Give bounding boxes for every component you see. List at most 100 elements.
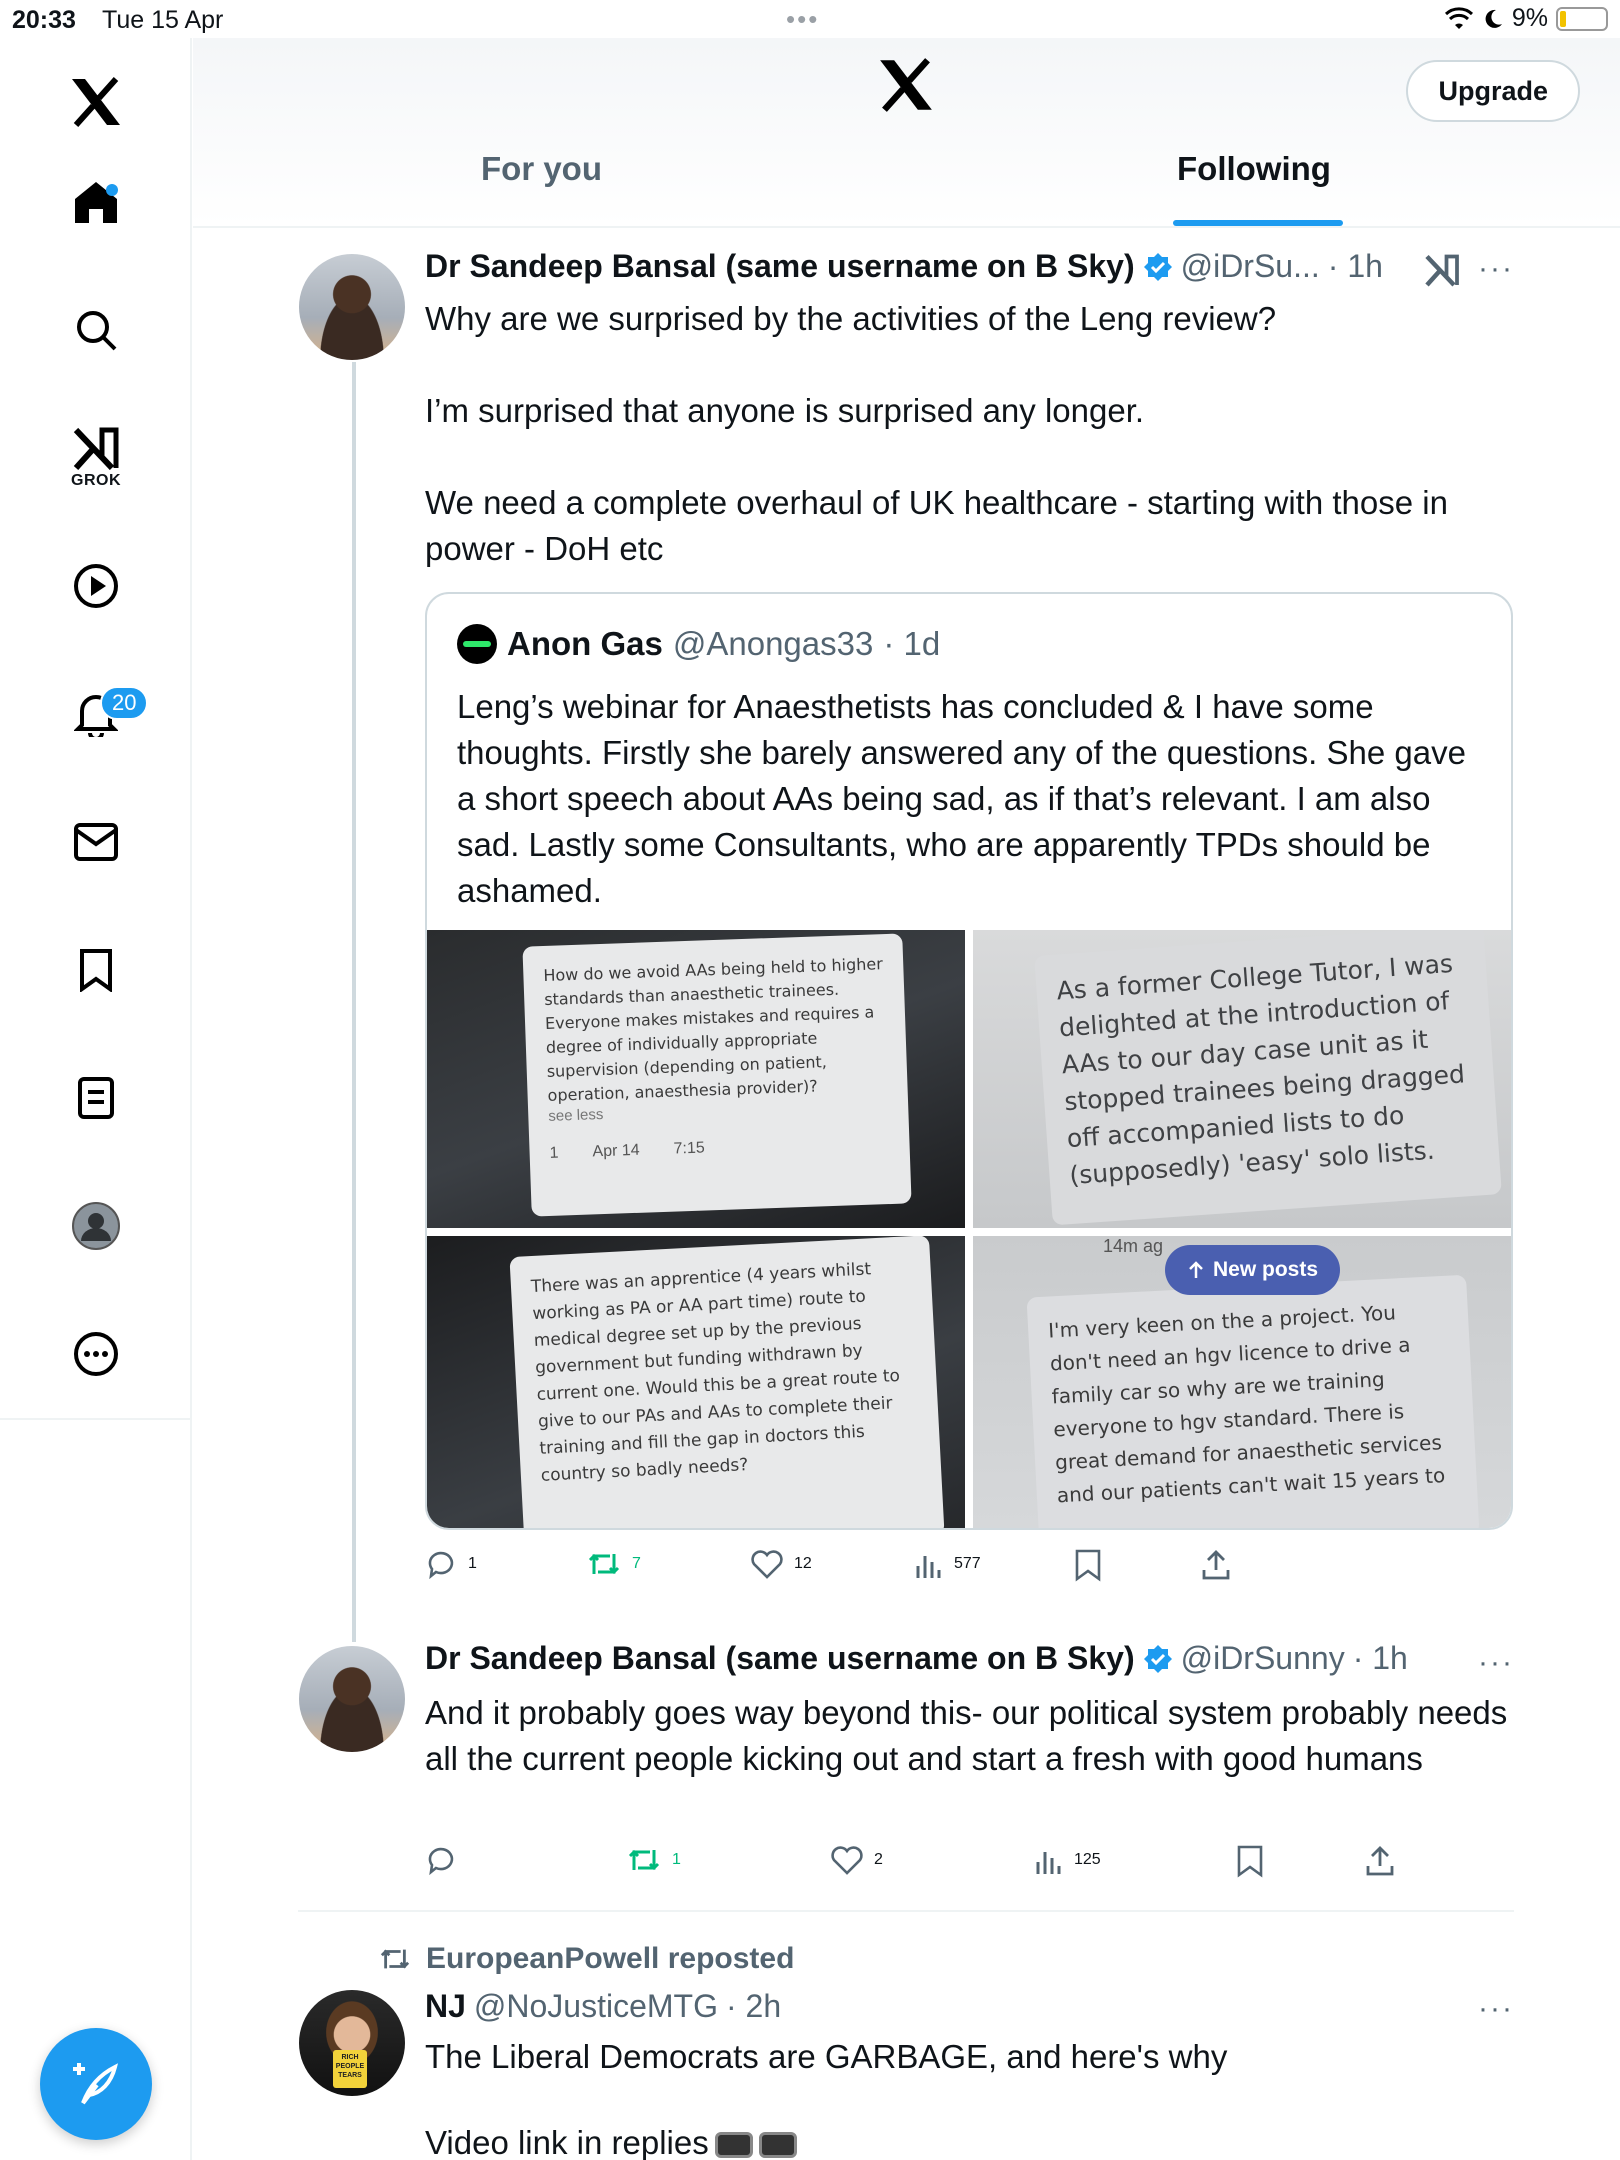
sidebar-x-logo[interactable] [0,52,192,152]
timeline-header: Upgrade For you Following [193,38,1620,228]
compose-button[interactable] [40,2028,152,2140]
photo-1-text: How do we avoid AAs being held to higher… [543,954,884,1105]
home-unread-dot [106,184,118,196]
post-time[interactable]: · 1h [1353,1640,1408,1677]
repost-indicator[interactable]: EuropeanPowell reposted [378,1942,794,1976]
photo-4-time: 14m ag [1103,1236,1164,1256]
sunglasses-emoji-icon [714,2132,753,2159]
sidebar-item-bookmarks[interactable] [0,920,192,1020]
views-icon [1036,1852,1061,1874]
play-icon [74,564,118,608]
tab-for-you[interactable]: For you [481,150,602,228]
compose-icon [73,2063,118,2105]
photo-1-clock: 7:15 [673,1139,706,1158]
header-x-logo[interactable] [878,58,934,117]
more-options-icon[interactable]: ··· [1478,1992,1514,2026]
share-button[interactable] [1364,1844,1396,1878]
more-options-icon[interactable]: ··· [1478,1646,1514,1680]
avatar-mug: RICH PEOPLE TEARS [333,2050,367,2088]
screen-card: How do we avoid AAs being held to higher… [522,933,912,1217]
sidebar-item-more[interactable] [0,1304,192,1404]
reply-button[interactable]: 1 [426,1548,477,1580]
arrow-up-icon [1189,1261,1203,1278]
author-name[interactable]: NJ [425,1988,466,2025]
quote-author-name: Anon Gas [507,625,663,662]
sidebar-item-notifications[interactable]: 20 [0,664,192,764]
like-count: 12 [794,1555,812,1572]
post-header: Dr Sandeep Bansal (same username on B Sk… [425,248,1383,285]
grok-icon [73,427,119,470]
status-time: 20:33 [12,6,76,34]
tab-active-indicator [1173,220,1343,226]
post-paragraph: We need a complete overhaul of UK health… [425,484,1448,567]
post-header: Dr Sandeep Bansal (same username on B Sk… [425,1640,1408,1677]
repost-button[interactable]: 1 [626,1844,681,1876]
photo-1[interactable]: How do we avoid AAs being held to higher… [427,930,965,1228]
screen-card: As a former College Tutor, I was delight… [1034,930,1502,1226]
upgrade-button[interactable]: Upgrade [1406,60,1580,122]
reply-button[interactable] [426,1844,468,1876]
author-name[interactable]: Dr Sandeep Bansal (same username on B Sk… [425,248,1135,285]
grok-icon[interactable] [1424,252,1460,288]
photo-2[interactable]: As a former College Tutor, I was delight… [973,930,1511,1228]
repost-button[interactable]: 7 [586,1548,641,1580]
repost-count: 1 [672,1851,681,1868]
notifications-badge: 20 [100,686,149,720]
sunglasses-emoji-icon [758,2132,797,2159]
bookmark-icon [1237,1845,1263,1878]
post-text: And it probably goes way beyond this- ou… [425,1694,1508,1777]
sidebar-item-home[interactable] [0,152,192,252]
share-button[interactable] [1200,1548,1232,1582]
post-paragraph: The Liberal Democrats are GARBAGE, and h… [425,2038,1228,2075]
multitask-dots[interactable]: ••• [786,4,819,35]
photo-4-text: I'm very keen on the a project. You don'… [1047,1300,1446,1508]
share-icon [1366,1846,1394,1876]
post-time[interactable]: · 2h [726,1988,781,2025]
mail-icon [74,823,118,861]
bookmark-button[interactable] [1074,1548,1102,1582]
sidebar-item-video[interactable] [0,536,192,636]
photo-grid: How do we avoid AAs being held to higher… [427,930,1511,1528]
repost-label: EuropeanPowell reposted [426,1942,795,1975]
avatar[interactable] [299,254,405,360]
quote-author-handle: @Anongas33 [672,625,874,662]
sidebar-item-profile[interactable] [0,1176,192,1276]
like-count: 2 [874,1851,883,1868]
new-posts-pill[interactable]: New posts [1165,1245,1341,1295]
sidebar-item-explore[interactable] [0,280,192,380]
tab-following[interactable]: Following [1177,150,1331,228]
more-circle-icon [74,1332,118,1376]
author-handle[interactable]: @iDrSunny [1181,1640,1345,1677]
sidebar-item-grok[interactable]: GROK [0,408,192,508]
status-bar: 20:33 Tue 15 Apr ••• 9% [0,0,1620,38]
screen-card: I'm very keen on the a project. You don'… [1026,1274,1480,1528]
quoted-post[interactable]: Anon Gas @Anongas33 · 1d Leng’s webinar … [425,592,1513,1530]
more-options-icon[interactable]: ··· [1478,252,1514,286]
sidebar-divider [0,1418,192,1420]
list-icon [78,1077,114,1119]
photo-3-text: There was an apprentice (4 years whilst … [530,1259,901,1486]
photo-1-meta: 1 Apr 14 7:15 [549,1133,889,1163]
avatar[interactable]: RICH PEOPLE TEARS [299,1990,405,2096]
post-divider [298,1910,1514,1912]
photo-1-date: Apr 14 [592,1141,640,1161]
quote-header: Anon Gas @Anongas33 · 1d [457,624,940,664]
repost-icon [588,1553,620,1575]
search-icon [77,311,117,351]
photo-3[interactable]: There was an apprentice (4 years whilst … [427,1236,965,1528]
views-button[interactable]: 577 [914,1548,981,1580]
share-icon [1202,1550,1230,1580]
author-handle[interactable]: @NoJusticeMTG [474,1988,718,2025]
like-button[interactable]: 2 [830,1844,883,1876]
views-button[interactable]: 125 [1034,1844,1101,1876]
avatar[interactable] [299,1646,405,1752]
like-button[interactable]: 12 [750,1548,812,1580]
quote-time: · 1d [883,625,941,662]
battery-percent: 9% [1511,4,1548,32]
author-name[interactable]: Dr Sandeep Bansal (same username on B Sk… [425,1640,1135,1677]
bookmark-button[interactable] [1236,1844,1264,1878]
sidebar-item-messages[interactable] [0,792,192,892]
author-handle[interactable]: @iDrSu... [1181,248,1320,285]
post-time[interactable]: · 1h [1328,248,1383,285]
sidebar-item-lists[interactable] [0,1048,192,1148]
